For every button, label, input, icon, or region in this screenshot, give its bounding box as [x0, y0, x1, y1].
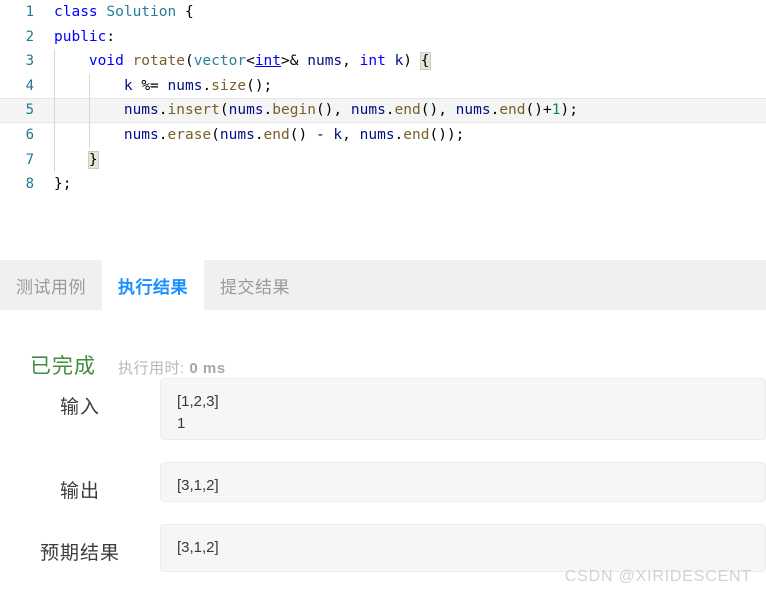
io-row-output: 输出 [3,1,2] [0, 462, 766, 503]
line-number: 3 [25, 53, 34, 70]
line-number: 7 [25, 151, 34, 168]
code-line[interactable]: 8 }; [0, 172, 766, 196]
runtime-value: 0 ms [189, 360, 226, 377]
code-line[interactable]: 1 class Solution { [0, 0, 766, 25]
io-value-input[interactable]: [1,2,3] 1 [160, 378, 766, 440]
line-number: 2 [25, 28, 34, 45]
runtime-info: 执行用时: 0 ms [118, 357, 226, 378]
watermark: CSDN @XIRIDESCENT [564, 568, 752, 585]
tab-test-cases[interactable]: 测试用例 [0, 260, 102, 310]
tab-run-result[interactable]: 执行结果 [102, 260, 204, 310]
line-number: 1 [25, 4, 34, 20]
io-label-output: 输出 [59, 481, 100, 502]
line-number: 4 [25, 77, 34, 94]
io-value-expected[interactable]: [3,1,2] [160, 524, 766, 572]
code-line[interactable]: 7 } [0, 147, 766, 173]
status-row: 已完成 执行用时: 0 ms [30, 350, 226, 380]
result-tab-bar: 测试用例 执行结果 提交结果 [0, 260, 766, 310]
io-value-output[interactable]: [3,1,2] [160, 462, 766, 502]
code-editor[interactable]: 1 class Solution { 2 public: 3 void rota… [0, 0, 766, 196]
code-line-content: nums.insert(nums.begin(), nums.end(), nu… [123, 102, 578, 119]
code-line-content: nums.erase(nums.end() - k, nums.end()); [123, 126, 465, 143]
code-line[interactable]: 4 k %= nums.size(); [0, 73, 766, 99]
io-row-expected: 预期结果 [3,1,2] [0, 524, 766, 572]
code-line[interactable]: 2 public: [0, 25, 766, 50]
result-panel: 已完成 执行用时: 0 ms 输入 [1,2,3] 1 输出 [3,1,2] 预… [0, 310, 766, 594]
runtime-label: 执行用时: [118, 360, 185, 377]
code-line-content: void rotate(vector<int>& nums, int k) { [88, 52, 431, 71]
io-label-input: 输入 [59, 397, 100, 418]
io-label-expected: 预期结果 [39, 543, 120, 564]
line-number: 5 [25, 102, 34, 119]
code-line[interactable]: 6 nums.erase(nums.end() - k, nums.end())… [0, 122, 766, 148]
io-row-input: 输入 [1,2,3] 1 [0, 378, 766, 440]
line-number: 6 [25, 126, 34, 143]
code-line[interactable]: 3 void rotate(vector<int>& nums, int k) … [0, 49, 766, 74]
code-line-content: class Solution { [54, 4, 194, 20]
code-line-content: }; [54, 176, 72, 193]
code-line-content: } [87, 150, 99, 169]
status-badge: 已完成 [30, 355, 96, 378]
code-line-active[interactable]: 5 nums.insert(nums.begin(), nums.end(), … [0, 98, 766, 123]
code-line-content: k %= nums.size(); [123, 77, 273, 94]
code-line-content: public: [54, 28, 116, 45]
line-number: 8 [25, 176, 34, 193]
tab-submit-result[interactable]: 提交结果 [204, 260, 306, 310]
